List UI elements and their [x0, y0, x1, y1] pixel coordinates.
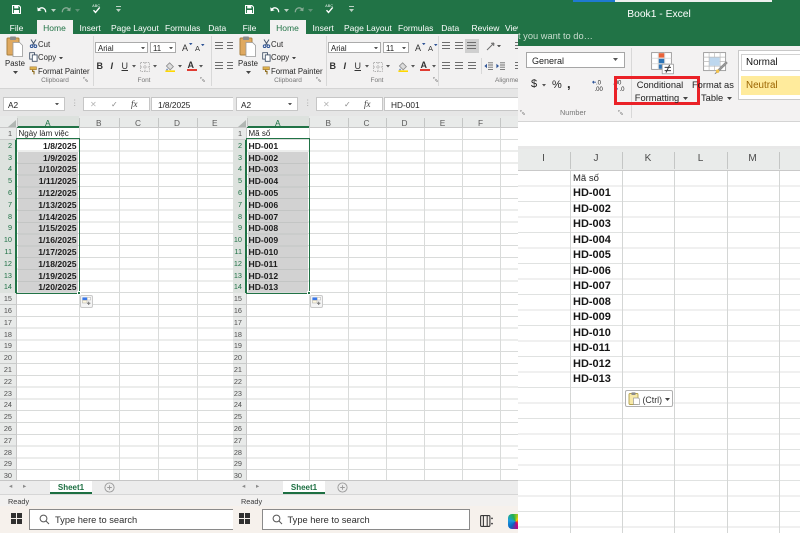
- svg-text:.0: .0: [596, 81, 602, 87]
- svg-text:.00: .00: [595, 87, 604, 92]
